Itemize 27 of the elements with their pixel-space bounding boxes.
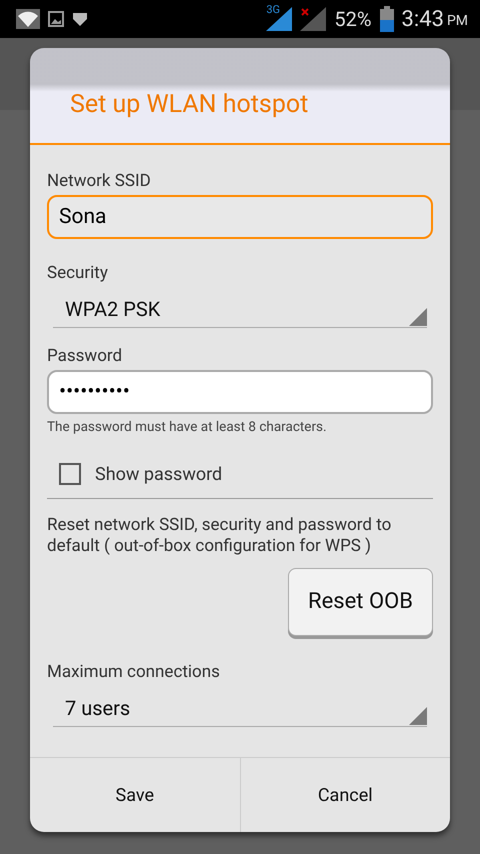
image-icon: [48, 11, 64, 27]
field-label: Security: [47, 263, 109, 283]
field-label: Maximum connections: [47, 662, 221, 682]
clock-time: 3:43: [402, 6, 444, 32]
ssid-field[interactable]: Sona: [47, 195, 433, 239]
signal-icon: [266, 7, 292, 31]
field-label: Password: [47, 346, 124, 366]
checkbox[interactable]: [59, 463, 81, 485]
connections-dropdown[interactable]: 7 users: [53, 690, 427, 726]
shield-icon: [72, 11, 88, 27]
dropdown-corner-icon: [409, 308, 427, 326]
wifi-icon: [16, 9, 40, 29]
no-signal-icon: [300, 7, 326, 31]
network-type: 3G: [266, 3, 280, 16]
field-label: Network SSID: [47, 171, 152, 191]
checkbox-label: Show password: [95, 464, 222, 484]
reset-description: Reset network SSID, security and password to default ( out-of-box configuration for WPS ): [47, 515, 392, 558]
dialog-title: Set up WLAN hotspot: [70, 90, 310, 119]
password-hint: The password must have at least 8 characters.: [47, 419, 328, 435]
password-field[interactable]: ••••••••••: [47, 370, 433, 414]
battery-percent: 52%: [334, 7, 372, 31]
dropdown-corner-icon: [409, 706, 427, 724]
clock-period: PM: [446, 13, 468, 29]
security-dropdown[interactable]: WPA2 PSK: [53, 291, 427, 328]
save-button[interactable]: Save: [30, 758, 240, 832]
cancel-button[interactable]: Cancel: [240, 758, 450, 832]
battery-icon: [380, 6, 394, 32]
